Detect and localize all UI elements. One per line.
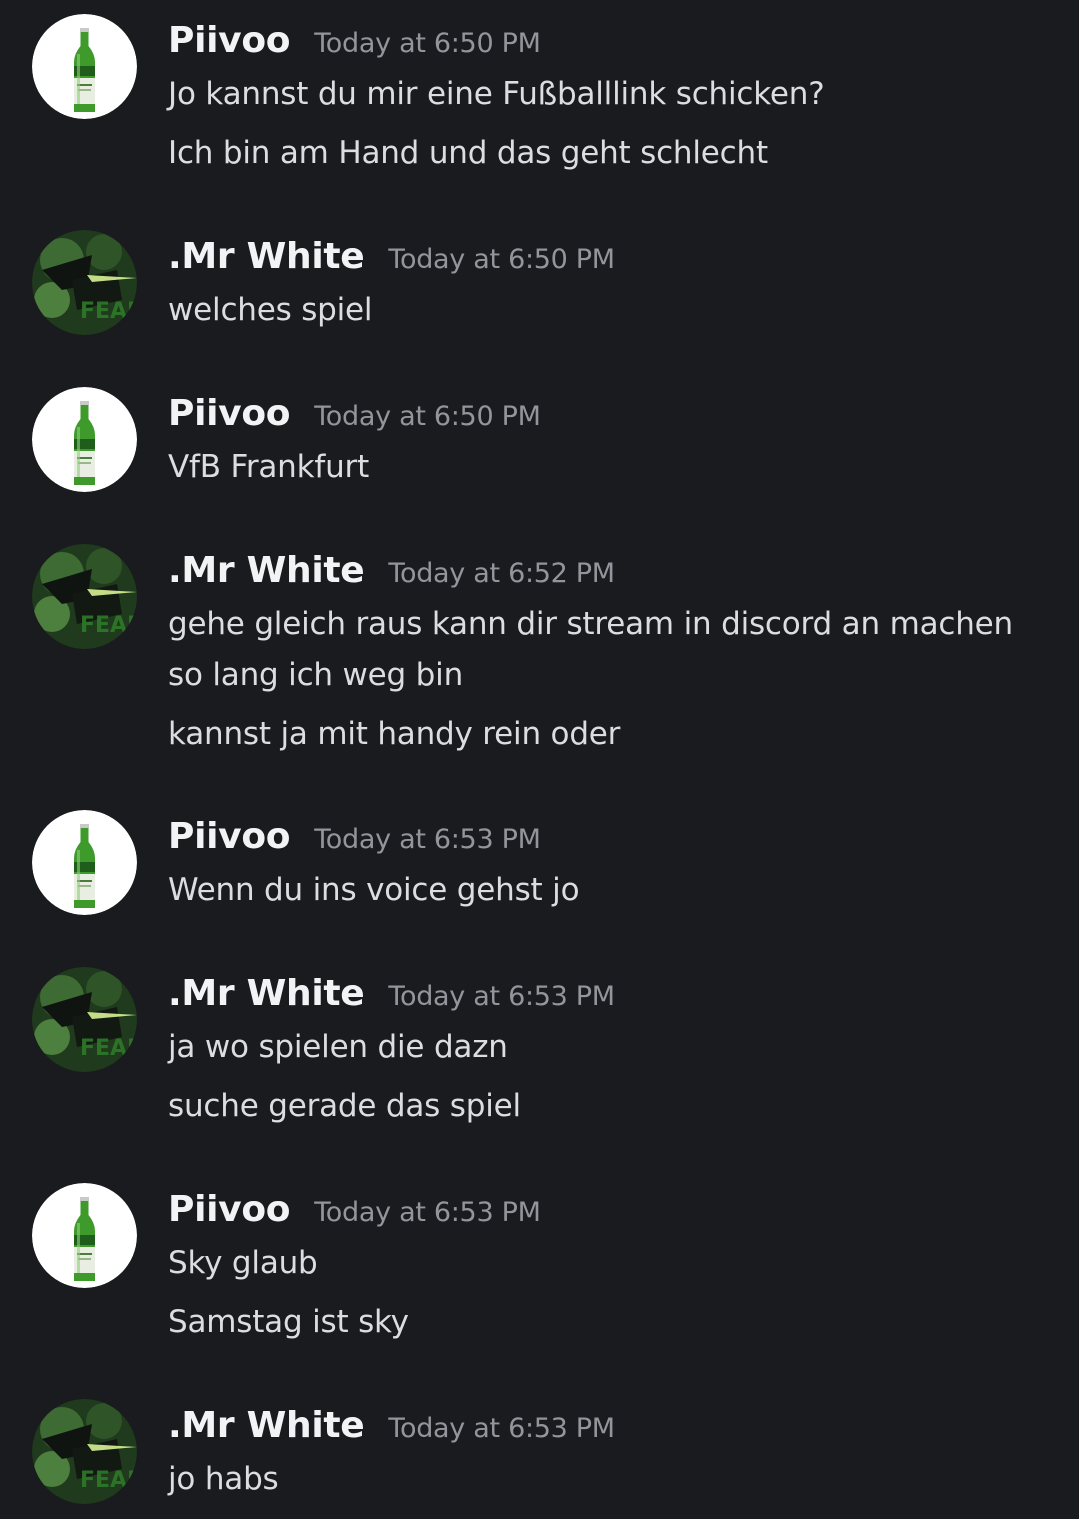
timestamp: Today at 6:52 PM: [388, 558, 615, 589]
message-text: Ich bin am Hand und das geht schlecht: [168, 135, 768, 171]
username[interactable]: Piivoo: [168, 1189, 291, 1230]
timestamp: Today at 6:53 PM: [388, 1413, 615, 1444]
svg-text:FEAR: FEAR: [80, 1468, 137, 1493]
message-header: Piivoo Today at 6:50 PM: [168, 20, 541, 61]
timestamp: Today at 6:50 PM: [314, 401, 541, 432]
avatar[interactable]: FEAR: [32, 230, 137, 335]
message-header: Piivoo Today at 6:50 PM: [168, 393, 541, 434]
avatar[interactable]: [32, 1183, 137, 1288]
message-text: VfB Frankfurt: [168, 449, 370, 485]
timestamp: Today at 6:53 PM: [314, 824, 541, 855]
message-text: Wenn du ins voice gehst jo: [168, 872, 580, 908]
beer-bottle-avatar-icon: [32, 1183, 137, 1288]
username[interactable]: .Mr White: [168, 973, 365, 1014]
svg-text:FEAR: FEAR: [80, 299, 137, 324]
dark-green-team-logo-avatar-icon: FEAR: [32, 1399, 137, 1504]
timestamp: Today at 6:53 PM: [388, 981, 615, 1012]
avatar[interactable]: FEAR: [32, 967, 137, 1072]
avatar[interactable]: [32, 14, 137, 119]
username[interactable]: Piivoo: [168, 816, 291, 857]
message-text: gehe gleich raus kann dir stream in disc…: [168, 606, 1013, 642]
message-header: Piivoo Today at 6:53 PM: [168, 1189, 541, 1230]
message-header: Piivoo Today at 6:53 PM: [168, 816, 541, 857]
svg-text:FEAR: FEAR: [80, 613, 137, 638]
dark-green-team-logo-avatar-icon: FEAR: [32, 967, 137, 1072]
svg-text:FEAR: FEAR: [80, 1036, 137, 1061]
message-header: .Mr White Today at 6:52 PM: [168, 550, 615, 591]
message-text: Jo kannst du mir eine Fußballlink schick…: [168, 76, 825, 112]
username[interactable]: .Mr White: [168, 1405, 365, 1446]
message-text: kannst ja mit handy rein oder: [168, 716, 621, 752]
message-header: .Mr White Today at 6:53 PM: [168, 1405, 615, 1446]
avatar[interactable]: [32, 387, 137, 492]
message-text: Samstag ist sky: [168, 1304, 409, 1340]
username[interactable]: Piivoo: [168, 20, 291, 61]
avatar[interactable]: FEAR: [32, 1399, 137, 1504]
beer-bottle-avatar-icon: [32, 14, 137, 119]
message-text: Sky glaub: [168, 1245, 318, 1281]
message-text: suche gerade das spiel: [168, 1088, 521, 1124]
avatar[interactable]: FEAR: [32, 544, 137, 649]
timestamp: Today at 6:53 PM: [314, 1197, 541, 1228]
timestamp: Today at 6:50 PM: [388, 244, 615, 275]
avatar[interactable]: [32, 810, 137, 915]
username[interactable]: .Mr White: [168, 236, 365, 277]
username[interactable]: Piivoo: [168, 393, 291, 434]
beer-bottle-avatar-icon: [32, 387, 137, 492]
username[interactable]: .Mr White: [168, 550, 365, 591]
message-header: .Mr White Today at 6:53 PM: [168, 973, 615, 1014]
chat-message-list: Piivoo Today at 6:50 PM Jo kannst du mir…: [0, 0, 1079, 1519]
message-header: .Mr White Today at 6:50 PM: [168, 236, 615, 277]
timestamp: Today at 6:50 PM: [314, 28, 541, 59]
message-text: ja wo spielen die dazn: [168, 1029, 508, 1065]
dark-green-team-logo-avatar-icon: FEAR: [32, 544, 137, 649]
message-text: jo habs: [168, 1461, 279, 1497]
beer-bottle-avatar-icon: [32, 810, 137, 915]
dark-green-team-logo-avatar-icon: FEAR: [32, 230, 137, 335]
message-text: welches spiel: [168, 292, 373, 328]
message-text: so lang ich weg bin: [168, 657, 464, 693]
